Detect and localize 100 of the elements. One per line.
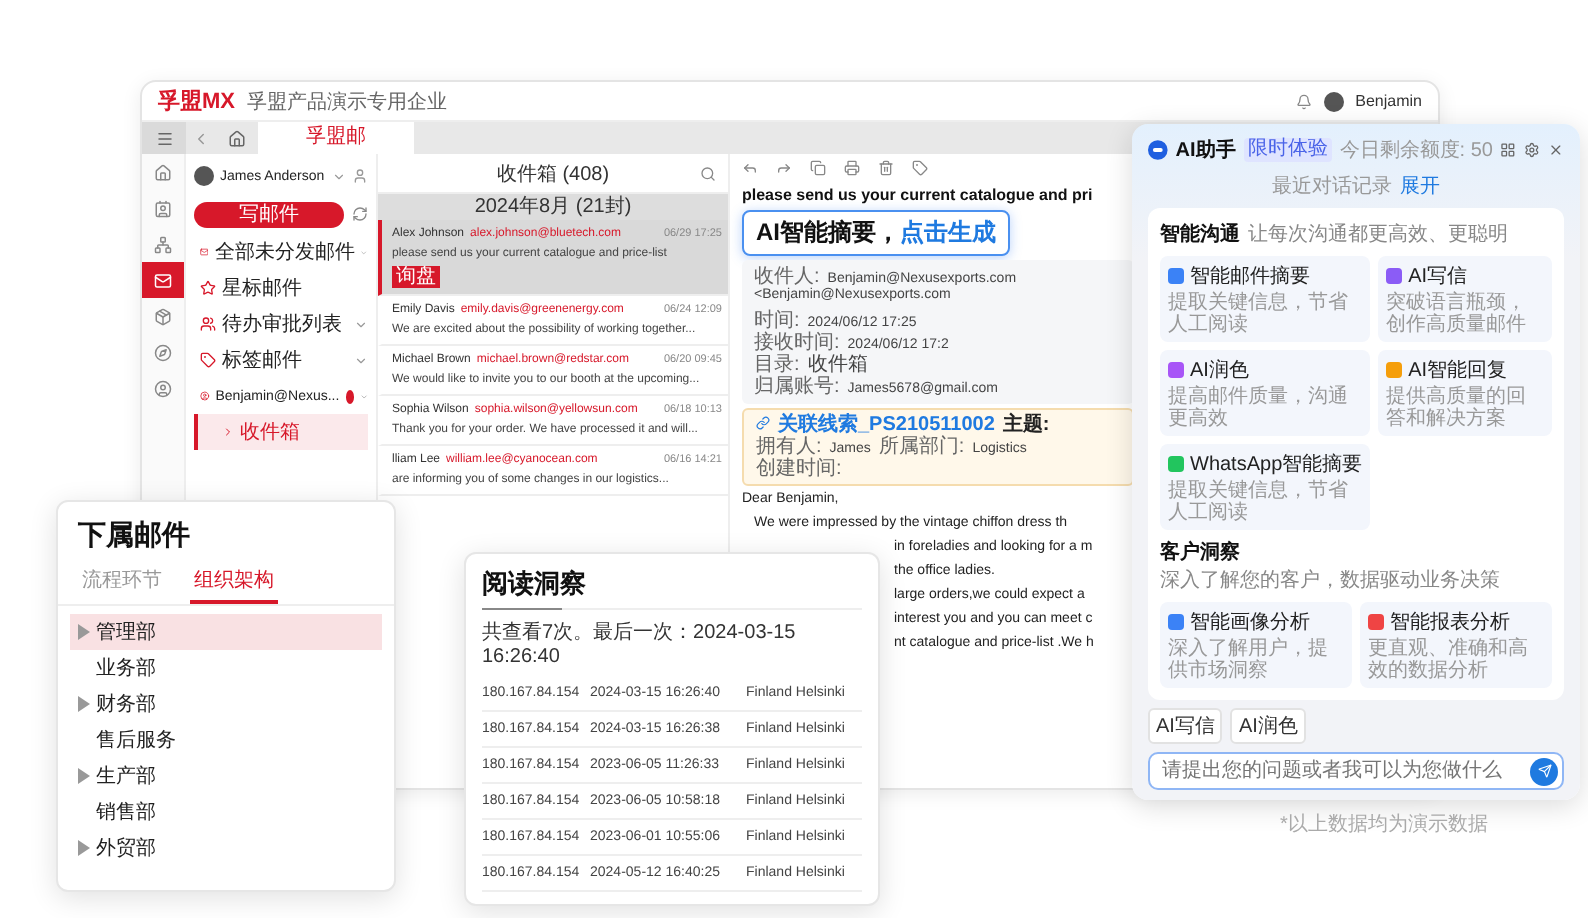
list-title: 收件箱 (408) [496, 161, 610, 187]
menu-icon[interactable] [142, 122, 186, 154]
ai-feature-button[interactable]: AI润色 提高邮件质量，沟通更高效 [1160, 350, 1371, 437]
feature-icon [1168, 614, 1184, 631]
app-logo: 孚盟MX [158, 87, 235, 116]
department-item[interactable]: 财务部 [70, 686, 382, 722]
ai-summary-button[interactable]: AI智能摘要，点击生成 [742, 210, 1010, 256]
meta-label: 归属账号: [754, 376, 840, 398]
department-item[interactable]: 售后服务 [70, 722, 382, 758]
printer-icon [844, 160, 860, 176]
prompt-chip[interactable]: AI写信 [1148, 708, 1223, 745]
folder-item[interactable]: 全部未分发邮件 [194, 234, 368, 270]
envelope-icon [200, 244, 209, 260]
grid-icon [1500, 141, 1517, 158]
chevron-icon [332, 169, 346, 183]
copy-icon [810, 160, 826, 176]
close-icon [1548, 141, 1565, 158]
folder-item[interactable]: 标签邮件 [194, 342, 368, 378]
mail-icon [154, 271, 172, 289]
section-subtitle: 让每次沟通都更高效、更聪明 [1248, 221, 1508, 249]
assistant-logo-icon [1148, 139, 1168, 160]
department-item[interactable]: 外贸部 [70, 830, 382, 866]
meta-label: 拥有人: [756, 436, 822, 458]
meta-label: 收件人: [754, 266, 820, 288]
email-subject: please send us your current catalogue and pri [742, 186, 1095, 206]
section-subtitle: 深入了解您的客户，数据驱动业务决策 [1160, 567, 1500, 595]
ai-feature-button[interactable]: AI智能回复 提供高质量的回答和解决方案 [1378, 350, 1552, 437]
star-icon [200, 280, 216, 296]
forward-icon [776, 160, 792, 176]
account-avatar [194, 166, 214, 186]
folder-item[interactable]: 收件箱 [194, 414, 368, 450]
department-item[interactable]: 管理部 [70, 614, 382, 650]
caret-icon [78, 696, 90, 712]
send-button[interactable] [1530, 757, 1558, 786]
caret-icon [78, 624, 90, 640]
meta-label: 所属部门: [878, 436, 965, 458]
search-icon [700, 165, 716, 181]
avatar-icon [200, 388, 210, 404]
ai-feature-button[interactable]: WhatsApp智能摘要 提取关键信息，节省人工阅读 [1160, 444, 1371, 531]
home-icon [228, 129, 246, 147]
refresh-icon [352, 206, 368, 222]
history-label: 最近对话记录 [1272, 173, 1392, 201]
settings-icon [1524, 141, 1541, 158]
tag-icon [912, 160, 928, 176]
back-icon [192, 129, 210, 147]
department-item[interactable]: 生产部 [70, 758, 382, 794]
prompt-chip[interactable]: AI润色 [1230, 708, 1306, 745]
trash-icon [878, 160, 894, 176]
card-tab[interactable]: 组织架构 [190, 562, 278, 604]
ai-feature-button[interactable]: 智能邮件摘要 提取关键信息，节省人工阅读 [1160, 256, 1371, 343]
compose-button[interactable]: 写邮件 [194, 201, 344, 227]
user-name[interactable]: Benjamin [1355, 92, 1422, 110]
feature-icon [1168, 362, 1184, 379]
meta-label: 时间: [754, 310, 800, 332]
chevron-icon [359, 389, 368, 403]
trial-badge: 限时体验 [1243, 137, 1332, 162]
lead-link[interactable]: 关联线索_PS210511002 [778, 414, 995, 436]
meta-label: 主题: [1002, 414, 1050, 436]
tag-icon [200, 352, 216, 368]
expand-link[interactable]: 展开 [1400, 172, 1440, 201]
meta-value: 收件箱 [807, 354, 868, 376]
users-icon [200, 316, 216, 332]
user-icon [154, 379, 172, 397]
bell-icon [1295, 93, 1312, 109]
chevron-icon [222, 426, 234, 438]
chevron-icon [354, 317, 368, 331]
question-input[interactable]: 请提出您的问题或者我可以为您做什么 [1148, 752, 1564, 790]
card-title: 阅读洞察 [482, 566, 862, 610]
home-icon [154, 163, 172, 181]
box-icon [154, 307, 172, 325]
send-icon [1537, 764, 1551, 779]
meta-label: 创建时间: [756, 458, 842, 480]
folder-item[interactable]: 星标邮件 [194, 270, 368, 306]
app-tab[interactable]: 孚盟邮 [258, 122, 414, 154]
badge-icon [345, 389, 354, 403]
contact-icon [154, 199, 172, 217]
folder-item[interactable]: 待办审批列表 [194, 306, 368, 342]
link-icon [756, 416, 770, 430]
feature-icon [1386, 362, 1403, 379]
caret-icon [78, 768, 90, 784]
feature-icon [1168, 456, 1184, 473]
mail-button[interactable] [142, 262, 184, 298]
ai-feature-button[interactable]: AI写信 突破语言瓶颈，创作高质量邮件 [1378, 256, 1552, 343]
department-item[interactable]: 业务部 [70, 650, 382, 686]
feature-icon [1368, 614, 1384, 631]
meta-label: 接收时间: [754, 332, 840, 354]
company-name: 孚盟产品演示专用企业 [247, 89, 447, 115]
network-icon [154, 235, 172, 253]
section-title: 智能沟通 [1160, 221, 1240, 249]
chevron-icon [354, 353, 368, 367]
footnote: *以上数据均为演示数据 [1280, 811, 1488, 838]
ai-feature-button[interactable]: 智能报表分析 更直观、准确和高效的数据分析 [1360, 602, 1552, 689]
feature-icon [1386, 268, 1403, 285]
meta-label: 目录: [754, 354, 800, 376]
email-tag: 询盘 [392, 266, 440, 288]
panel-title: AI助手 [1175, 137, 1236, 164]
ai-feature-button[interactable]: 智能画像分析 深入了解用户，提供市场洞察 [1160, 602, 1352, 689]
compass-icon [154, 343, 172, 361]
section-title: 客户洞察 [1160, 538, 1240, 567]
department-item[interactable]: 销售部 [70, 794, 382, 830]
